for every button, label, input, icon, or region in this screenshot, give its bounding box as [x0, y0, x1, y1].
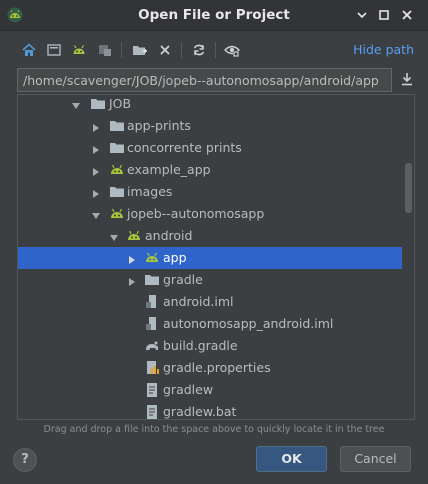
tree-item-label: images — [127, 184, 173, 199]
tree-row-selected[interactable]: app — [18, 247, 402, 269]
expanded-arrow-icon[interactable] — [109, 231, 119, 241]
ok-button[interactable]: OK — [256, 446, 327, 472]
android-project-icon — [109, 206, 125, 222]
toolbar-separator — [121, 42, 122, 58]
tree-item-label: gradlew.bat — [163, 404, 237, 419]
android-project-icon — [126, 228, 142, 244]
tree-row[interactable]: jopeb--autonomosapp — [18, 203, 402, 225]
drag-drop-hint: Drag and drop a file into the space abov… — [43, 424, 385, 435]
toolbar-separator — [215, 42, 216, 58]
maximize-button[interactable] — [377, 8, 391, 22]
collapsed-arrow-icon[interactable] — [91, 143, 101, 154]
file-tree[interactable]: JOB app-prints concorrente prints exampl… — [17, 94, 415, 420]
tree-row[interactable]: images — [18, 181, 402, 203]
path-input[interactable] — [17, 68, 392, 92]
delete-button[interactable] — [155, 40, 175, 60]
tree-row[interactable]: gradlew.bat — [18, 401, 402, 419]
new-folder-button[interactable] — [130, 40, 150, 60]
close-icon — [402, 10, 412, 20]
tree-item-label: gradle — [163, 272, 203, 287]
collapsed-arrow-icon[interactable] — [91, 187, 101, 198]
hide-path-link[interactable]: Hide path — [353, 42, 414, 57]
android-project-icon — [109, 162, 125, 178]
refresh-icon — [193, 44, 205, 56]
collapsed-arrow-icon[interactable] — [91, 121, 101, 132]
tree-item-label: jopeb--autonomosapp — [127, 206, 265, 221]
minimize-button[interactable] — [355, 8, 369, 22]
folder-icon — [90, 96, 106, 112]
tree-item-label: build.gradle — [163, 338, 238, 353]
tree-item-label: autonomosapp_android.iml — [163, 316, 334, 331]
toolbar-separator — [181, 42, 182, 58]
collapsed-arrow-icon[interactable] — [127, 275, 137, 286]
show-hidden-icon — [224, 45, 240, 57]
folder-icon — [109, 140, 125, 156]
new-folder-icon — [133, 46, 147, 55]
tree-row[interactable]: gradle.properties — [18, 357, 402, 379]
tree-row[interactable]: app-prints — [18, 115, 402, 137]
properties-file-icon — [144, 360, 160, 376]
text-file-icon — [144, 404, 160, 419]
desktop-icon — [47, 44, 61, 56]
tree-scrollbar-thumb[interactable] — [405, 163, 412, 213]
home-icon — [22, 43, 36, 56]
show-hidden-button[interactable] — [222, 40, 242, 60]
tree-item-label: android.iml — [163, 294, 234, 309]
tree-item-label: example_app — [127, 162, 211, 177]
gradle-file-icon — [144, 338, 160, 354]
desktop-button[interactable] — [44, 40, 64, 60]
collapsed-arrow-icon[interactable] — [127, 253, 137, 264]
project-icon — [73, 45, 85, 54]
folder-icon — [109, 118, 125, 134]
text-file-icon — [144, 382, 160, 398]
module-icon — [99, 45, 111, 56]
tree-row[interactable]: concorrente prints — [18, 137, 402, 159]
maximize-icon — [379, 10, 389, 20]
iml-file-icon — [144, 316, 160, 332]
iml-file-icon — [144, 294, 160, 310]
help-button[interactable]: ? — [13, 448, 37, 472]
toolbar: Hide path — [0, 38, 428, 62]
minimize-icon — [357, 12, 367, 19]
resize-grip[interactable] — [0, 478, 428, 484]
download-icon — [402, 73, 412, 86]
tree-item-label: JOB — [109, 96, 132, 111]
tree-row[interactable]: example_app — [18, 159, 402, 181]
tree-item-label: gradle.properties — [163, 360, 271, 375]
home-button[interactable] — [19, 40, 39, 60]
folder-icon — [109, 184, 125, 200]
title-bar: Open File or Project — [0, 0, 428, 31]
project-button[interactable] — [69, 40, 89, 60]
expanded-arrow-icon[interactable] — [91, 209, 101, 219]
cancel-button[interactable]: Cancel — [340, 446, 411, 472]
expanded-arrow-icon[interactable] — [71, 99, 81, 109]
collapsed-arrow-icon[interactable] — [91, 165, 101, 176]
tree-item-label: app — [163, 250, 187, 265]
tree-item-label: gradlew — [163, 382, 214, 397]
download-path-button[interactable] — [399, 71, 415, 87]
tree-row[interactable]: build.gradle — [18, 335, 402, 357]
android-project-icon — [144, 250, 160, 266]
tree-item-label: android — [145, 228, 193, 243]
module-button[interactable] — [95, 40, 115, 60]
folder-icon — [144, 272, 160, 288]
refresh-button[interactable] — [189, 40, 209, 60]
tree-row[interactable]: JOB — [18, 95, 402, 115]
tree-row[interactable]: gradlew — [18, 379, 402, 401]
tree-item-label: app-prints — [127, 118, 191, 133]
close-button[interactable] — [400, 8, 414, 22]
tree-row[interactable]: autonomosapp_android.iml — [18, 313, 402, 335]
tree-row[interactable]: gradle — [18, 269, 402, 291]
tree-item-label: concorrente prints — [127, 140, 242, 155]
tree-row[interactable]: android.iml — [18, 291, 402, 313]
delete-icon — [160, 45, 170, 55]
tree-row[interactable]: android — [18, 225, 402, 247]
